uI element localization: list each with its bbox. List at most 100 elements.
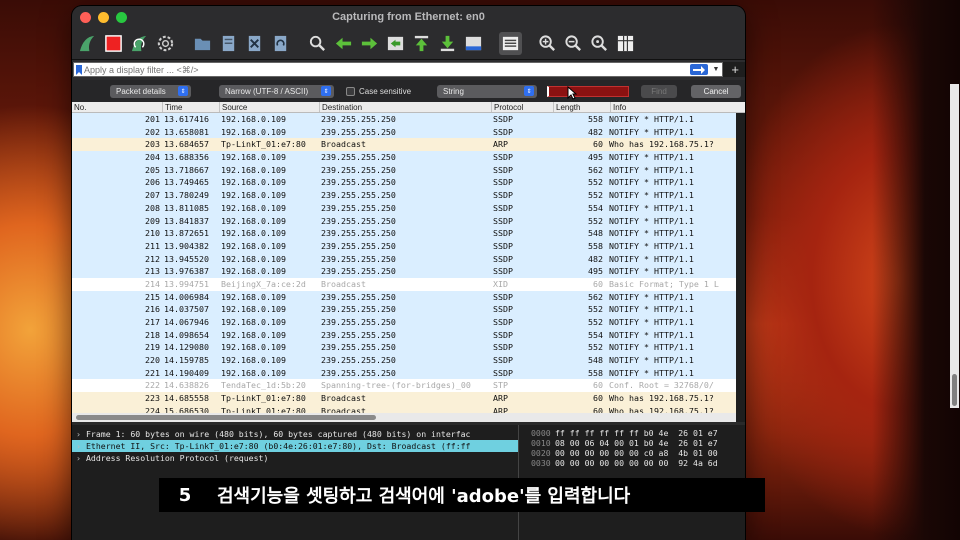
detail-tree-item[interactable]: › Frame 1: 60 bytes on wire (480 bits), 6…	[72, 428, 518, 440]
find-button[interactable]: Find	[641, 84, 678, 98]
packet-row[interactable]: 208 13.811085 192.168.0.109 239.255.255.250…	[72, 201, 736, 215]
expand-arrow-icon[interactable]: ›	[76, 440, 86, 452]
packet-row[interactable]: 202 13.658081 192.168.0.109 239.255.255.250…	[72, 125, 736, 139]
packet-cell-src: TendaTec_1d:5b:20	[221, 380, 306, 391]
packet-cell-info: NOTIFY * HTTP/1.1	[609, 355, 694, 366]
detail-tree-item[interactable]: › Address Resolution Protocol (request)	[72, 452, 518, 464]
arrow-forward-icon[interactable]	[358, 32, 381, 55]
autoscroll-icon[interactable]	[462, 32, 485, 55]
packet-cell-proto: SSDP	[493, 342, 513, 353]
shark-fin-restart-icon[interactable]	[128, 32, 151, 55]
packet-row[interactable]: 217 14.067946 192.168.0.109 239.255.255.250…	[72, 316, 736, 329]
zoom-out-icon[interactable]	[562, 32, 585, 55]
packet-cell-time: 13.945520	[164, 253, 209, 264]
packet-row[interactable]: 215 14.006984 192.168.0.109 239.255.255.250…	[72, 290, 736, 304]
search-in-select[interactable]: Packet details ⇕	[110, 84, 191, 98]
search-type-select[interactable]: String ⇕	[437, 84, 538, 98]
resize-columns-icon[interactable]	[614, 32, 637, 55]
packet-row[interactable]: 218 14.098654 192.168.0.109 239.255.255.250…	[72, 328, 736, 342]
arrow-back-icon[interactable]	[332, 32, 355, 55]
packet-list-vscrollbar[interactable]	[950, 84, 959, 408]
packet-cell-proto: SSDP	[493, 291, 513, 302]
maximize-window-button[interactable]	[116, 12, 127, 23]
go-last-icon[interactable]	[436, 32, 459, 55]
packet-cell-no: 201	[145, 114, 160, 124]
packet-row[interactable]: 205 13.718667 192.168.0.109 239.255.255.250…	[72, 163, 736, 177]
packet-row[interactable]: 207 13.780249 192.168.0.109 239.255.255.250…	[72, 189, 736, 202]
column-header-time[interactable]: Time	[163, 102, 220, 112]
display-filter-input[interactable]	[84, 63, 690, 76]
zoom-in-icon[interactable]	[536, 32, 559, 55]
packet-cell-proto: SSDP	[493, 253, 513, 264]
find-search-input[interactable]	[547, 85, 630, 97]
packet-row[interactable]: 201 13.617416 192.168.0.109 239.255.255.250…	[72, 113, 736, 126]
packet-list-hscrollbar[interactable]	[72, 413, 736, 422]
hex-bytes[interactable]: 00 00 00 00 00 00 00 00 92 4a 6d	[555, 458, 718, 468]
expand-arrow-icon[interactable]: ›	[76, 452, 86, 464]
column-header-protocol[interactable]: Protocol	[492, 102, 554, 112]
window-controls	[80, 12, 127, 23]
packet-row[interactable]: 223 14.685558 Tp-LinkT_01:e7:80 Broadcast AR…	[72, 392, 736, 405]
add-filter-button-icon[interactable]: +	[731, 62, 739, 77]
hex-bytes[interactable]: 08 00 06 04 00 01 b0 4e 26 01 e7	[555, 438, 718, 448]
hex-bytes[interactable]: 00 00 00 00 00 00 c0 a8 4b 01 00	[555, 448, 718, 458]
colorize-icon[interactable]	[499, 32, 522, 55]
case-sensitive-checkbox[interactable]	[346, 86, 355, 96]
column-header-length[interactable]: Length	[554, 102, 611, 112]
encoding-select[interactable]: Narrow (UTF-8 / ASCII) ⇕	[219, 84, 334, 98]
packet-cell-src: 192.168.0.109	[221, 291, 286, 302]
packet-row[interactable]: 206 13.749465 192.168.0.109 239.255.255.250…	[72, 176, 736, 190]
zoom-normal-icon[interactable]	[588, 32, 611, 55]
packet-row[interactable]: 211 13.904382 192.168.0.109 239.255.255.250…	[72, 239, 736, 253]
stop-square-icon[interactable]	[102, 32, 125, 55]
packet-row[interactable]: 222 14.638826 TendaTec_1d:5b:20 Spanning-tr…	[72, 379, 736, 393]
window-title: Capturing from Ethernet: en0	[332, 11, 485, 23]
gear-options-icon[interactable]	[154, 32, 177, 55]
packet-row[interactable]: 220 14.159785 192.168.0.109 239.255.255.250…	[72, 354, 736, 367]
packet-row[interactable]: 221 14.190409 192.168.0.109 239.255.255.250…	[72, 366, 736, 380]
packet-cell-src: 192.168.0.109	[221, 228, 286, 239]
file-save-icon[interactable]	[217, 32, 240, 55]
packet-cell-proto: SSDP	[493, 329, 513, 340]
go-to-packet-icon[interactable]	[384, 32, 407, 55]
packet-cell-time: 13.617416	[164, 114, 209, 124]
apply-filter-arrow-icon[interactable]	[690, 64, 708, 75]
packet-cell-dst: 239.255.255.250	[321, 329, 396, 340]
go-first-icon[interactable]	[410, 32, 433, 55]
expand-arrow-icon[interactable]: ›	[76, 428, 86, 440]
close-window-button[interactable]	[80, 12, 91, 23]
column-header-source[interactable]: Source	[220, 102, 320, 112]
packet-row[interactable]: 204 13.688356 192.168.0.109 239.255.255.250…	[72, 151, 736, 164]
search-icon[interactable]	[306, 32, 329, 55]
vscroll-thumb[interactable]	[952, 374, 957, 406]
packet-cell-info: NOTIFY * HTTP/1.1	[609, 228, 694, 239]
column-header-info[interactable]: Info	[611, 102, 745, 112]
packet-cell-src: 192.168.0.109	[221, 202, 286, 213]
column-header-destination[interactable]: Destination	[320, 102, 492, 112]
packet-row[interactable]: 214 13.994751 BeijingX_7a:ce:2d Broadcast XI…	[72, 277, 736, 291]
packet-list-header: No. Time Source Destination Protocol Len…	[72, 102, 745, 113]
packet-row[interactable]: 219 14.129080 192.168.0.109 239.255.255.250…	[72, 341, 736, 355]
bookmark-icon[interactable]	[74, 63, 84, 76]
filter-history-chevron-icon[interactable]: ▼	[710, 66, 722, 73]
packet-row[interactable]: 224 15.686530 Tp-LinkT_01:e7:80 Broadcast AR…	[72, 404, 736, 413]
packet-cell-src: Tp-LinkT_01:e7:80	[221, 139, 306, 150]
shark-fin-start-icon[interactable]	[76, 32, 99, 55]
main-toolbar	[72, 28, 745, 60]
reload-icon[interactable]	[269, 32, 292, 55]
folder-open-icon[interactable]	[191, 32, 214, 55]
packet-row[interactable]: 213 13.976387 192.168.0.109 239.255.255.250…	[72, 265, 736, 278]
close-file-icon[interactable]	[243, 32, 266, 55]
packet-cell-dst: 239.255.255.250	[321, 228, 396, 239]
packet-row[interactable]: 203 13.684657 Tp-LinkT_01:e7:80 Broadcast AR…	[72, 138, 736, 152]
cancel-button[interactable]: Cancel	[691, 84, 742, 98]
minimize-window-button[interactable]	[98, 12, 109, 23]
detail-tree-item[interactable]: › Ethernet II, Src: Tp-LinkT_01:e7:80 (b0…	[72, 440, 518, 452]
hex-bytes[interactable]: ff ff ff ff ff ff b0 4e 26 01 e7	[555, 428, 718, 438]
packet-row[interactable]: 212 13.945520 192.168.0.109 239.255.255.250…	[72, 252, 736, 266]
packet-row[interactable]: 210 13.872651 192.168.0.109 239.255.255.250…	[72, 227, 736, 240]
packet-row[interactable]: 216 14.037507 192.168.0.109 239.255.255.250…	[72, 303, 736, 316]
packet-row[interactable]: 209 13.841837 192.168.0.109 239.255.255.250…	[72, 214, 736, 228]
column-header-no[interactable]: No.	[72, 102, 163, 112]
hscroll-thumb[interactable]	[76, 415, 376, 420]
